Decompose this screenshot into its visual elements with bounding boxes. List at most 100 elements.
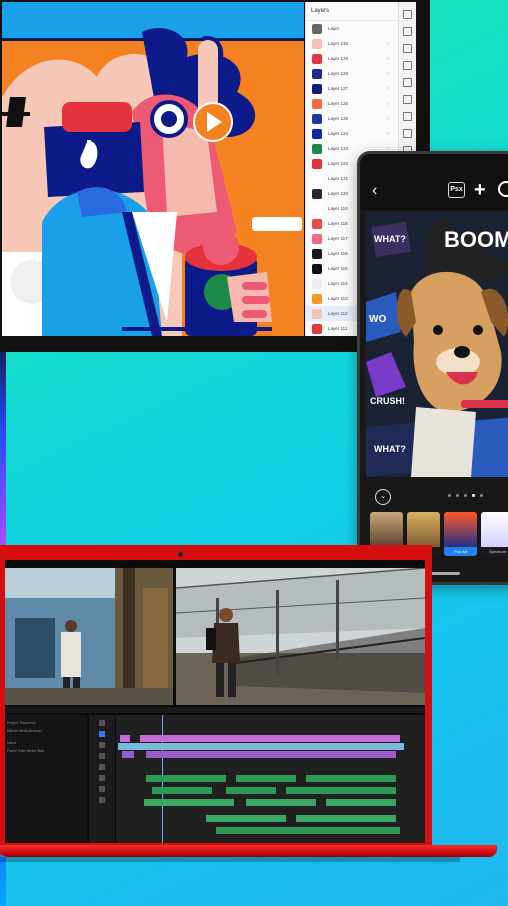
layer-label: Layer 125 [328,116,349,121]
tool-icon[interactable] [403,95,412,104]
timeline-clip[interactable] [226,787,276,794]
page-dot[interactable] [464,494,467,497]
chevron-down-icon[interactable]: ⌄ [375,489,391,505]
preset-image [370,512,403,548]
video-laptop-base [0,845,497,857]
back-icon[interactable]: ‹ [372,182,377,200]
video-editor-screen: Project: Sequence Effects Media Browser … [5,560,425,843]
page-dot[interactable] [480,494,483,497]
add-icon[interactable]: + [474,179,486,202]
preset-label: Spectrum [481,547,508,556]
project-panel-text: Frame Rate Media Start [7,749,45,753]
play-icon[interactable] [498,181,508,197]
razor-tool-icon[interactable] [99,753,105,759]
timeline-clip[interactable] [152,787,212,794]
selection-tool-icon[interactable] [99,720,105,726]
ps-badge-icon[interactable]: Psx [448,182,465,198]
layer-thumbnail [312,158,322,169]
ripple-edit-tool-icon[interactable] [99,742,105,748]
hand-tool-icon[interactable] [99,786,105,792]
tool-icon[interactable] [403,27,412,36]
tool-icon[interactable] [403,112,412,121]
art-text-crush: CRUSH! [370,396,405,406]
art-text-wo: WO [369,314,386,325]
timeline-clip[interactable] [206,815,286,822]
lock-icon[interactable]: ○ [386,71,389,77]
project-panel-text: Effects Media Browser [7,729,42,733]
tablet-photo-canvas[interactable]: BOOM! WHAT? CRUSH! WHAT? WO [366,212,508,477]
tool-icon[interactable] [403,129,412,138]
laptop-shadow [0,857,460,862]
pen-tool-icon[interactable] [99,775,105,781]
layer-thumbnail [312,68,322,79]
layer-group-thumbnail [312,23,322,34]
layer-thumbnail [312,218,322,229]
layer-thumbnail [312,113,322,124]
preset-image [444,512,477,548]
timeline-clip[interactable] [140,735,400,742]
lock-icon[interactable]: ○ [386,41,389,47]
page-indicator [448,494,483,497]
layer-thumbnail [312,83,322,94]
track-select-tool-icon[interactable] [99,731,105,737]
layer-thumbnail [312,38,322,49]
timeline-clip[interactable] [122,751,134,758]
monitor-controls [5,707,425,713]
timeline-clip[interactable] [120,735,130,742]
timeline-clip[interactable] [146,775,226,782]
layer-label: Layer 128 [328,71,349,76]
timeline-clip[interactable] [144,799,234,806]
type-tool-icon[interactable] [99,797,105,803]
layer-thumbnail [312,293,322,304]
layer-label: Layer 126 [328,101,349,106]
tablet-topbar: ‹ Psx + [360,154,508,210]
project-panel-text: Project: Sequence [7,721,36,725]
lock-icon[interactable]: ○ [386,101,389,107]
tool-icon[interactable] [403,61,412,70]
layer-thumbnail [312,188,322,199]
timeline-clip[interactable] [236,775,296,782]
illustration-canvas[interactable] [2,2,304,336]
lock-icon[interactable]: ○ [386,86,389,92]
tool-icon[interactable] [403,10,412,19]
preset-image [481,512,508,548]
source-monitor[interactable] [5,568,173,705]
tablet-device: ‹ Psx + BOOM! WHAT? CRUSH! WHAT? [357,151,508,585]
page-dot[interactable] [448,494,451,497]
program-monitor[interactable] [176,568,425,705]
slip-tool-icon[interactable] [99,764,105,770]
preset-thumbnail[interactable]: Spectrum [481,512,508,556]
timeline-clip[interactable] [118,743,124,750]
layers-panel-title: Layers [311,8,330,14]
page-dot-active[interactable] [472,494,475,497]
timeline-clip[interactable] [216,827,400,834]
timeline-clip[interactable] [306,775,396,782]
page-dot[interactable] [456,494,459,497]
layer-thumbnail [312,98,322,109]
layer-label: Layer 130 [328,41,349,46]
timeline-clip[interactable] [326,799,396,806]
program-frame-image [176,568,425,705]
timeline-panel[interactable] [116,715,425,843]
timeline-clip[interactable] [286,787,396,794]
tool-icon[interactable] [403,44,412,53]
lock-icon[interactable]: ○ [386,131,389,137]
lock-icon[interactable]: ○ [386,116,389,122]
preset-thumbnail[interactable]: Pop Art [444,512,477,556]
lock-icon[interactable]: ○ [386,56,389,62]
layer-thumbnail [312,233,322,244]
art-text-what-bottom: WHAT? [374,444,406,454]
timeline-clip[interactable] [246,799,316,806]
preset-label: Pop Art [444,547,477,556]
illustration-artwork [2,2,304,336]
layer-thumbnail [312,173,322,184]
timeline-clip[interactable] [124,743,404,750]
timeline-clip[interactable] [146,751,396,758]
layer-thumbnail [312,308,322,319]
tool-icon[interactable] [403,78,412,87]
webcam-icon [178,552,183,557]
layer-thumbnail [312,278,322,289]
art-text-what-top: WHAT? [374,234,406,244]
timeline-clip[interactable] [296,815,396,822]
pop-art-dog-image: BOOM! WHAT? CRUSH! WHAT? WO [366,212,508,477]
